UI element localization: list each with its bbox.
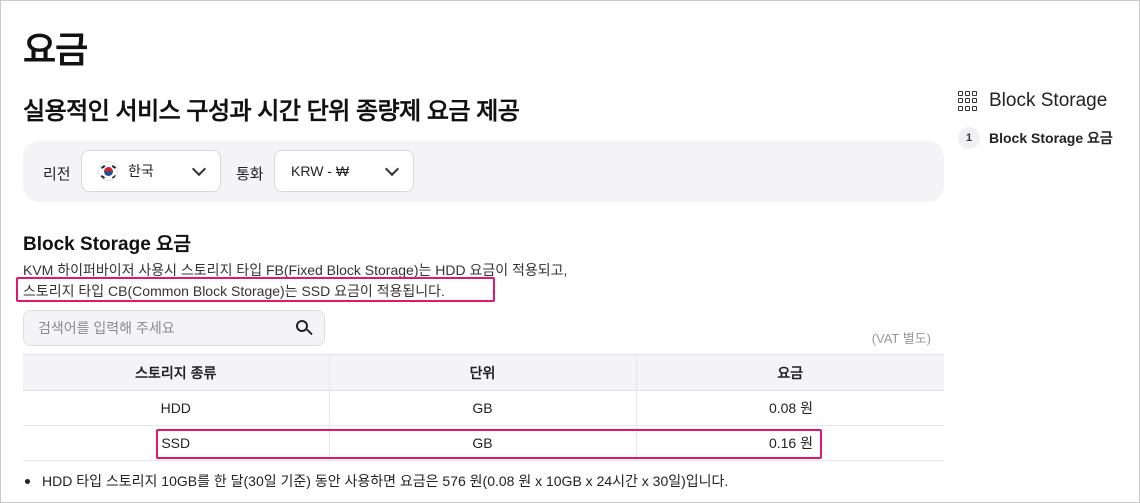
currency-value: KRW - ₩ [291,163,350,179]
toc-title-text: Block Storage [989,90,1108,111]
region-select[interactable]: 한국 [81,150,221,192]
filter-bar: 리전 한국 통화 KRW - ₩ [23,141,944,202]
chevron-down-icon [384,161,400,176]
page-subtitle: 실용적인 서비스 구성과 시간 단위 종량제 요금 제공 [23,98,520,125]
grid-icon [958,91,978,111]
column-header-unit: 단위 [328,354,636,391]
search-box[interactable] [23,310,325,346]
footnote-text: HDD 타입 스토리지 10GB를 한 달(30일 기준) 동안 사용하면 요금… [42,473,729,489]
currency-select[interactable]: KRW - ₩ [274,150,414,192]
column-header-price: 요금 [635,354,944,391]
table-row: HDD GB 0.08 원 [23,390,944,426]
page-frame: 요금 실용적인 서비스 구성과 시간 단위 종량제 요금 제공 리전 한국 통화… [0,0,1140,503]
cell-unit: GB [328,390,636,426]
toc-item-label: Block Storage 요금 [989,130,1113,146]
cell-storage-type: HDD [23,390,329,426]
search-input[interactable] [38,320,296,336]
currency-label: 통화 [236,166,264,183]
column-header-storage-type: 스토리지 종류 [23,354,329,391]
toc-item-block-storage-price[interactable]: 1 Block Storage 요금 [958,127,1113,149]
chevron-down-icon [191,161,207,176]
highlight-box-ssd-row [156,429,822,459]
page-title: 요금 [23,29,88,70]
cell-price: 0.08 원 [635,390,944,426]
highlight-box-description [16,277,495,302]
toc-item-number: 1 [958,127,980,149]
region-value: 한국 [128,163,154,179]
footnote: HDD 타입 스토리지 10GB를 한 달(30일 기준) 동안 사용하면 요금… [25,471,728,491]
table-header-row: 스토리지 종류 단위 요금 [23,354,944,391]
region-label: 리전 [43,166,71,183]
section-title: Block Storage 요금 [23,234,191,255]
vat-note: (VAT 별도) [871,331,931,346]
toc-title: Block Storage [958,90,1107,112]
search-icon[interactable] [296,320,313,336]
korea-flag-icon [98,161,118,181]
bullet-icon [25,478,30,484]
